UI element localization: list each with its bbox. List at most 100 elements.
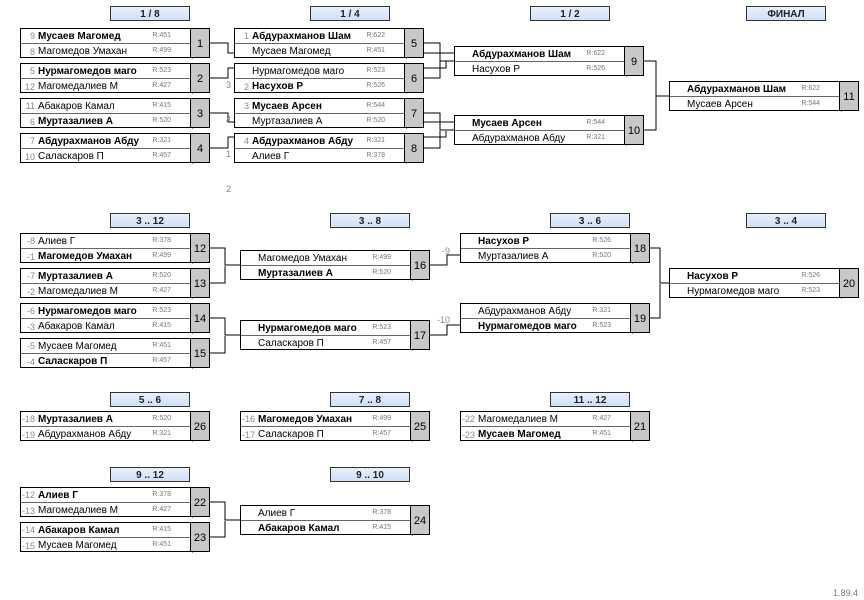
- match-22: -12Алиев ГR:378W-13Магомедалиев МR:427L2…: [20, 487, 210, 517]
- seed: 5: [21, 66, 36, 76]
- match-row: 6Муртазалиев АR:5203: [21, 114, 209, 129]
- rating: R:520: [152, 272, 171, 279]
- stage-label-s912: 9 .. 12: [110, 467, 190, 482]
- rating: R:526: [586, 65, 605, 72]
- match-20: Насухов РR:526WНурмагомедов магоR:523L20: [669, 268, 859, 298]
- stage-label-s312: 3 .. 12: [110, 213, 190, 228]
- seed: 4: [235, 136, 250, 146]
- rating: R:457: [372, 339, 391, 346]
- stage-label-s78: 7 .. 8: [330, 392, 410, 407]
- match-number: 6: [404, 63, 424, 93]
- rating: R:499: [152, 252, 171, 259]
- match-row: Абдурахманов АбдуR:3210: [455, 131, 643, 146]
- match-16: Магомедов УмаханR:4990Муртазалиев АR:520…: [240, 250, 430, 280]
- match-1: 9Мусаев МагомедR:45138Магомедов УмаханR:…: [20, 28, 210, 58]
- seed: 6: [21, 117, 36, 127]
- seed: -15: [21, 541, 36, 551]
- match-row: -5Мусаев МагомедR:4512: [21, 339, 209, 354]
- match-number: 8: [404, 133, 424, 163]
- rating: R:457: [152, 357, 171, 364]
- match-number: 25: [410, 411, 430, 441]
- match-number: 10: [624, 115, 644, 145]
- stage-label-s1112: 11 .. 12: [550, 392, 630, 407]
- match-row: -8Алиев ГR:3781: [21, 234, 209, 249]
- rating: R:451: [366, 47, 385, 54]
- seed: -23: [461, 430, 476, 440]
- seed: -3: [21, 322, 36, 332]
- rating: R:526: [592, 237, 611, 244]
- rating: R:526: [366, 82, 385, 89]
- rating: R:427: [152, 82, 171, 89]
- seed: -22: [461, 414, 476, 424]
- stage-label-s12: 1 / 2: [530, 6, 610, 21]
- match-row: -7Муртазалиев АR:5203: [21, 269, 209, 284]
- seed: -5: [21, 341, 36, 351]
- match-row: -1Магомедов УмаханR:4993: [21, 249, 209, 264]
- rating: R:523: [372, 324, 391, 331]
- match-row: -18Муртазалиев АR:5203: [21, 412, 209, 427]
- rating: R:457: [372, 430, 391, 437]
- rating: R:321: [366, 137, 385, 144]
- match-number: 13: [190, 268, 210, 298]
- match-number: 14: [190, 303, 210, 333]
- seed: 8: [21, 47, 36, 57]
- seed: -12: [21, 490, 36, 500]
- rating: R:415: [372, 524, 391, 531]
- match-number: 9: [624, 46, 644, 76]
- stage-label-s36: 3 .. 6: [550, 213, 630, 228]
- seed: 9: [21, 31, 36, 41]
- match-number: 5: [404, 28, 424, 58]
- match-row: 2Насухов РR:5263: [235, 79, 423, 94]
- seed: 10: [21, 152, 36, 162]
- match-19: Абдурахманов АбдуR:3210Нурмагомедов маго…: [460, 303, 650, 333]
- match-number: 7: [404, 98, 424, 128]
- seed: 11: [21, 101, 36, 111]
- match-row: -15Мусаев МагомедR:451L: [21, 538, 209, 553]
- match-row: -16Магомедов УмаханR:499W: [241, 412, 429, 427]
- outside-seed: -9: [432, 244, 450, 259]
- rating: R:526: [801, 272, 820, 279]
- match-number: 11: [839, 81, 859, 111]
- match-23: -14Абакаров КамалR:415W-15Мусаев Магомед…: [20, 522, 210, 552]
- match-number: 16: [410, 250, 430, 280]
- match-number: 19: [630, 303, 650, 333]
- seed: -19: [21, 430, 36, 440]
- rating: R:523: [801, 287, 820, 294]
- match-row: -4Саласкаров ПR:4573: [21, 354, 209, 369]
- rating: R:499: [372, 415, 391, 422]
- match-7: 3Мусаев АрсенR:5443Муртазалиев АR:52027: [234, 98, 424, 128]
- match-6: Нурмагомедов магоR:52312Насухов РR:52636: [234, 63, 424, 93]
- match-number: 1: [190, 28, 210, 58]
- match-row: Абдурахманов ШамR:6223: [670, 82, 858, 97]
- match-row: 8Магомедов УмаханR:4992: [21, 44, 209, 59]
- match-row: Абдурахманов АбдуR:3210: [461, 304, 649, 319]
- rating: R:520: [372, 269, 391, 276]
- match-row: 1Абдурахманов ШамR:6223: [235, 29, 423, 44]
- seed: -8: [21, 236, 36, 246]
- rating: R:451: [592, 430, 611, 437]
- rating: R:321: [586, 134, 605, 141]
- match-24: Алиев ГR:378LАбакаров КамалR:415W24: [240, 505, 430, 535]
- match-number: 26: [190, 411, 210, 441]
- match-row: 7Абдурахманов АбдуR:3213: [21, 134, 209, 149]
- seed: 2: [235, 82, 250, 92]
- rating: R:544: [586, 119, 605, 126]
- seed: -7: [21, 271, 36, 281]
- rating: R:451: [152, 342, 171, 349]
- rating: R:451: [152, 541, 171, 548]
- stage-label-sF: ФИНАЛ: [746, 6, 826, 21]
- match-row: Нурмагомедов магоR:5231: [235, 64, 423, 79]
- match-row: Муртазалиев АR:5203: [241, 266, 429, 281]
- stage-label-s34: 3 .. 4: [746, 213, 826, 228]
- seed: -16: [241, 414, 256, 424]
- version-label: 1.89.4: [833, 588, 858, 598]
- rating: R:378: [366, 152, 385, 159]
- match-number: 18: [630, 233, 650, 263]
- match-9: Абдурахманов ШамR:6223Насухов РR:52619: [454, 46, 644, 76]
- match-number: 24: [410, 505, 430, 535]
- match-row: 3Мусаев АрсенR:5443: [235, 99, 423, 114]
- match-row: 9Мусаев МагомедR:4513: [21, 29, 209, 44]
- stage-label-s56: 5 .. 6: [110, 392, 190, 407]
- match-12: -8Алиев ГR:3781-1Магомедов УмаханR:49931…: [20, 233, 210, 263]
- match-row: 11Абакаров КамалR:4150: [21, 99, 209, 114]
